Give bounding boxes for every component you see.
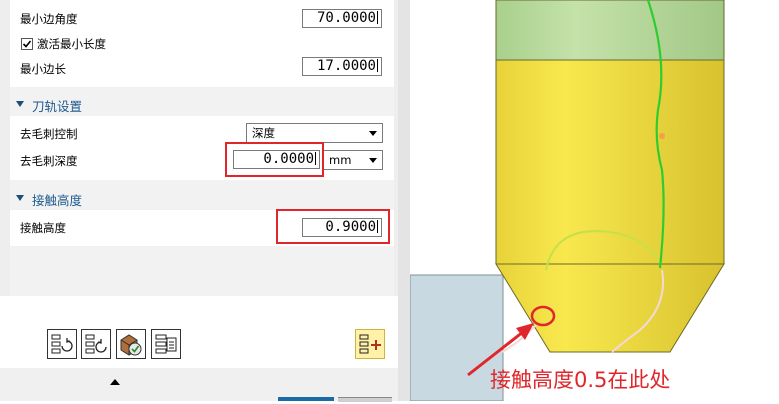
toolpath-settings-title: 刀轨设置: [32, 99, 83, 114]
tool-cone-tip: [495, 263, 725, 353]
checkmark-icon: [22, 40, 32, 48]
contact-height-label: 接触高度: [20, 221, 66, 235]
contact-height-title: 接触高度: [32, 193, 83, 208]
generate-button[interactable]: [355, 329, 385, 359]
deburr-control-label: 去毛刺控制: [20, 127, 78, 141]
min-edge-angle-label: 最小边角度: [20, 12, 78, 26]
min-edge-length-value: 17.0000: [316, 58, 376, 74]
contact-height-header[interactable]: 接触高度: [10, 186, 394, 210]
deburr-depth-unit-dropdown[interactable]: mm: [323, 150, 383, 170]
annotation-text: 接触高度0.5在此处: [490, 368, 671, 392]
dialog-scroll-area: 最小边角度 70.0000 激活最小长度 最小边长 17.0000 刀轨设置 去…: [10, 0, 394, 296]
section-collapse-icon: [16, 101, 24, 107]
splitter[interactable]: [398, 0, 410, 401]
list-toolpath-icon: [155, 334, 177, 354]
tool-model-view: [409, 0, 725, 402]
toolpath-point: [659, 133, 665, 139]
list-button[interactable]: [151, 329, 181, 359]
contact-height-highlight: [276, 209, 390, 244]
min-edge-angle-input[interactable]: 70.0000: [302, 9, 382, 28]
regenerate-alt-button[interactable]: [81, 329, 111, 359]
min-edge-length-label: 最小边长: [20, 62, 66, 76]
tool-shank: [495, 0, 725, 61]
annotation-arrow-head: [516, 323, 534, 340]
operation-dialog-panel: 最小边角度 70.0000 激活最小长度 最小边长 17.0000 刀轨设置 去…: [0, 0, 398, 402]
min-edge-angle-value: 70.0000: [316, 10, 376, 26]
deburr-depth-label: 去毛刺深度: [20, 154, 78, 168]
dialog-footer-strip: [0, 368, 398, 402]
verify-button[interactable]: [116, 329, 146, 359]
ok-button-edge[interactable]: [278, 397, 334, 401]
parameter-group: 最小边角度 70.0000 激活最小长度 最小边长 17.0000: [10, 0, 394, 87]
dropdown-arrow-icon: [369, 158, 377, 163]
verify-toolpath-icon: [120, 334, 142, 356]
action-toolbar: [0, 296, 398, 368]
graphics-viewport[interactable]: [409, 0, 779, 402]
toolpath-settings-header[interactable]: 刀轨设置: [10, 92, 394, 116]
min-edge-length-input[interactable]: 17.0000: [302, 57, 382, 76]
activate-min-length-checkbox[interactable]: [21, 38, 33, 50]
collapse-arrow-icon[interactable]: [109, 378, 121, 386]
operation-regenerate-icon: [51, 334, 73, 354]
dropdown-arrow-icon: [369, 131, 377, 136]
regenerate-button[interactable]: [47, 329, 77, 359]
cancel-button-edge[interactable]: [338, 397, 392, 402]
section-collapse-icon: [16, 195, 24, 201]
deburr-control-value: 深度: [252, 126, 275, 140]
deburr-depth-unit: mm: [329, 153, 352, 167]
toolpath-settings-body: 去毛刺控制 深度 去毛刺深度 0.0000 mm: [10, 116, 394, 180]
operation-regenerate-alt-icon: [85, 334, 107, 354]
activate-min-length-label: 激活最小长度: [37, 37, 106, 51]
deburr-control-dropdown[interactable]: 深度: [246, 123, 383, 143]
deburr-depth-highlight: [225, 142, 324, 177]
generate-toolpath-icon: [359, 334, 381, 354]
tool-body: [495, 59, 725, 265]
